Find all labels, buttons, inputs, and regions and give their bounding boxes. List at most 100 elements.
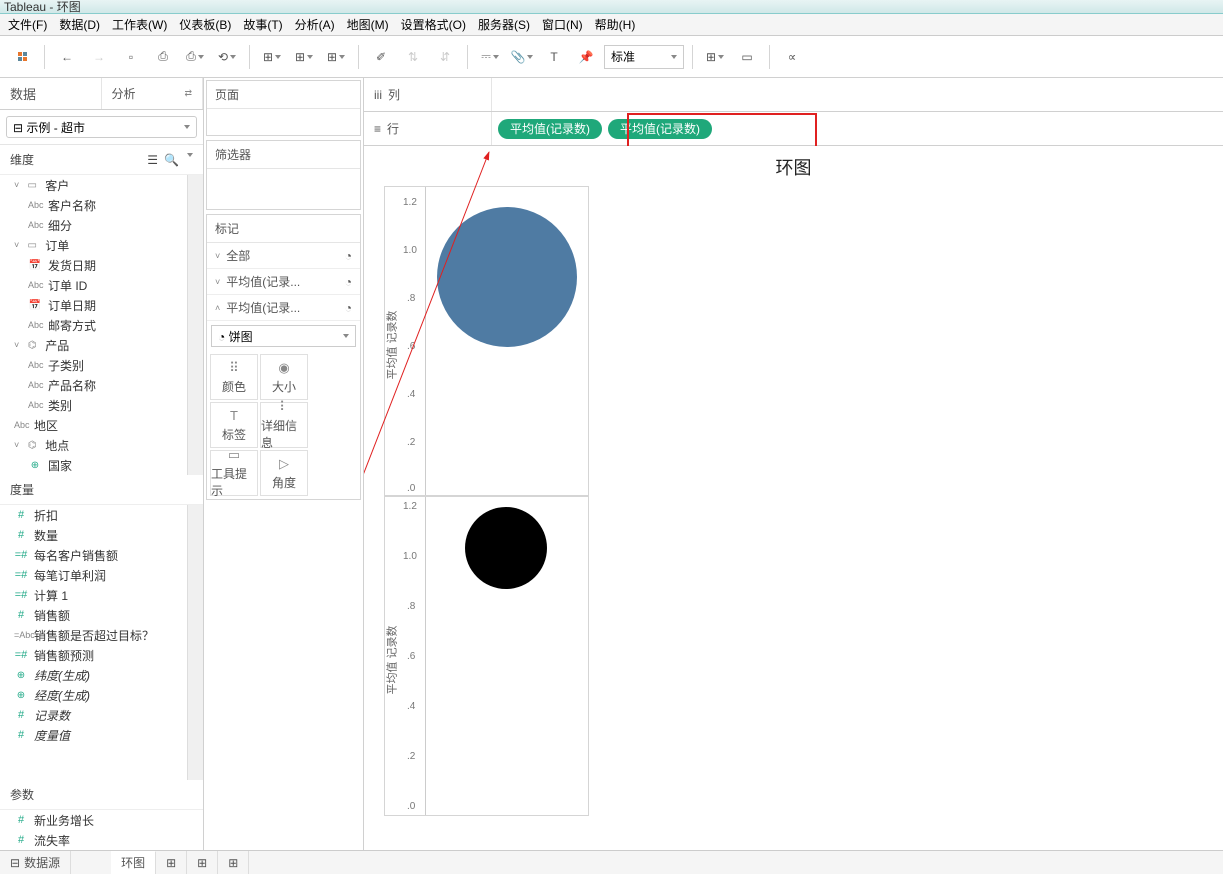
menu-help[interactable]: 帮助(H): [589, 14, 642, 35]
new-datasource-button[interactable]: ⎙: [149, 43, 177, 71]
new-dashboard-button[interactable]: ⊞: [187, 851, 218, 874]
menu-data[interactable]: 数据(D): [53, 14, 106, 35]
field-sales-per-customer[interactable]: =#每名客户销售额: [0, 545, 187, 565]
search-icon[interactable]: 🔍: [164, 153, 179, 167]
field-customer-name[interactable]: Abc客户名称: [0, 195, 187, 215]
folder-order[interactable]: ˅▭订单: [0, 235, 187, 255]
tab-sheet-donut[interactable]: 环图: [111, 851, 156, 874]
field-discount[interactable]: #折扣: [0, 505, 187, 525]
rows-shelf[interactable]: ≡行 平均值(记录数) 平均值(记录数): [364, 112, 1223, 146]
mark-angle[interactable]: ▷角度: [260, 450, 308, 496]
param-growth[interactable]: #新业务增长: [0, 810, 203, 830]
menu-file[interactable]: 文件(F): [2, 14, 53, 35]
menu-window[interactable]: 窗口(N): [536, 14, 589, 35]
mark-detail[interactable]: ⠇详细信息: [260, 402, 308, 448]
field-longitude[interactable]: ⊕经度(生成): [0, 685, 187, 705]
marks-avg1[interactable]: ˅平均值(记录...◔: [207, 269, 360, 295]
viz-title[interactable]: 环图: [364, 146, 1223, 184]
swap-button[interactable]: ⊞: [258, 43, 286, 71]
presentation-button[interactable]: ▭: [733, 43, 761, 71]
filters-card[interactable]: 筛选器: [207, 141, 360, 169]
field-quantity[interactable]: #数量: [0, 525, 187, 545]
pill-avg-records-1[interactable]: 平均值(记录数): [498, 119, 602, 139]
save-button[interactable]: ▫: [117, 43, 145, 71]
field-ship-mode[interactable]: Abc邮寄方式: [0, 315, 187, 335]
folder-location[interactable]: ˅⌬地点: [0, 435, 187, 455]
mark-tooltip[interactable]: ▭工具提示: [210, 450, 258, 496]
sheet-tabs: ⊟ 数据源 环图 ⊞ ⊞ ⊞: [0, 850, 1223, 874]
folder-customer[interactable]: ˅▭客户: [0, 175, 187, 195]
rows-icon: ≡: [374, 122, 381, 136]
pause-updates-button[interactable]: ⎙: [181, 43, 209, 71]
scrollbar-dimensions[interactable]: [187, 175, 203, 475]
datasource-selector[interactable]: ⊟ 示例 - 超市: [6, 116, 197, 138]
field-segment[interactable]: Abc细分: [0, 215, 187, 235]
share-button[interactable]: ∝: [778, 43, 806, 71]
menu-map[interactable]: 地图(M): [341, 14, 395, 35]
menu-analysis[interactable]: 分析(A): [289, 14, 341, 35]
new-story-button[interactable]: ⊞: [218, 851, 249, 874]
attach-button[interactable]: 📎: [508, 43, 536, 71]
tab-analytics[interactable]: 分析⇄: [102, 78, 204, 109]
pill-avg-records-2[interactable]: 平均值(记录数): [608, 119, 712, 139]
marks-all[interactable]: ˅全部◔: [207, 243, 360, 269]
tab-data[interactable]: 数据: [0, 78, 102, 109]
pie-mark-top[interactable]: [437, 207, 577, 347]
field-latitude[interactable]: ⊕纬度(生成): [0, 665, 187, 685]
app-title: Tableau - 环图: [4, 0, 81, 15]
sort-asc-button[interactable]: ⊞: [290, 43, 318, 71]
menu-format[interactable]: 设置格式(O): [395, 14, 472, 35]
chart-top: 平均值 记录数 1.2 1.0 .8 .6 .4 .2 .0: [384, 186, 589, 496]
field-order-date[interactable]: 📅订单日期: [0, 295, 187, 315]
field-country[interactable]: ⊕国家: [0, 455, 187, 475]
field-ship-date[interactable]: 📅发货日期: [0, 255, 187, 275]
tab-datasource[interactable]: ⊟ 数据源: [0, 851, 71, 874]
marks-avg2[interactable]: ˄平均值(记录...◔: [207, 295, 360, 321]
field-calc1[interactable]: =#计算 1: [0, 585, 187, 605]
scrollbar-measures[interactable]: [187, 505, 203, 780]
columns-shelf[interactable]: iii列: [364, 78, 1223, 112]
field-sales-over-target[interactable]: =Abc销售额是否超过目标？: [0, 625, 187, 645]
cards-pane: 页面 筛选器 标记 ˅全部◔ ˅平均值(记录...◔ ˄平均值(记录...◔ ◔…: [204, 78, 364, 850]
data-sidebar: 数据 分析⇄ ⊟ 示例 - 超市 维度 ☰🔍 ˅▭客户 Abc客户名称 Abc细…: [0, 78, 204, 850]
field-product-name[interactable]: Abc产品名称: [0, 375, 187, 395]
text-button[interactable]: T: [540, 43, 568, 71]
param-churn[interactable]: #流失率: [0, 830, 203, 850]
sort-d-button[interactable]: ⇵: [431, 43, 459, 71]
highlight-button[interactable]: ⎓: [476, 43, 504, 71]
pin-button[interactable]: 📌: [572, 43, 600, 71]
forward-button[interactable]: →: [85, 43, 113, 71]
menu-story[interactable]: 故事(T): [237, 14, 288, 35]
sort-a-button[interactable]: ⇅: [399, 43, 427, 71]
field-measure-values[interactable]: #度量值: [0, 725, 187, 745]
parameters-header: 参数: [0, 780, 203, 810]
pie-mark-bottom[interactable]: [465, 507, 547, 589]
new-worksheet-button[interactable]: ⊞: [156, 851, 187, 874]
field-category[interactable]: Abc类别: [0, 395, 187, 415]
mark-size[interactable]: ◉大小: [260, 354, 308, 400]
pages-card[interactable]: 页面: [207, 81, 360, 109]
fit-dropdown[interactable]: 标准: [604, 45, 684, 69]
folder-product[interactable]: ˅⌬产品: [0, 335, 187, 355]
back-button[interactable]: ←: [53, 43, 81, 71]
field-region[interactable]: Abc地区: [0, 415, 187, 435]
list-view-icon[interactable]: ☰: [147, 153, 158, 167]
mark-type-dropdown[interactable]: ◔ 饼图: [211, 325, 356, 347]
refresh-button[interactable]: ⟲: [213, 43, 241, 71]
field-order-id[interactable]: Abc订单 ID: [0, 275, 187, 295]
visualization-area[interactable]: 环图 平均值 记录数 1.2 1.0 .8 .6 .4 .2 .0 平均值 记录…: [364, 146, 1223, 850]
field-record-count[interactable]: #记录数: [0, 705, 187, 725]
menu-worksheet[interactable]: 工作表(W): [106, 14, 173, 35]
field-sales[interactable]: #销售额: [0, 605, 187, 625]
clear-button[interactable]: ✐: [367, 43, 395, 71]
field-sub-category[interactable]: Abc子类别: [0, 355, 187, 375]
show-cards-button[interactable]: ⊞: [701, 43, 729, 71]
field-profit-per-order[interactable]: =#每笔订单利润: [0, 565, 187, 585]
sort-desc-button[interactable]: ⊞: [322, 43, 350, 71]
menu-dashboard[interactable]: 仪表板(B): [173, 14, 237, 35]
mark-label[interactable]: T标签: [210, 402, 258, 448]
menu-server[interactable]: 服务器(S): [472, 14, 536, 35]
tableau-logo-icon[interactable]: [8, 43, 36, 71]
mark-color[interactable]: ⠿颜色: [210, 354, 258, 400]
field-sales-forecast[interactable]: =#销售额预测: [0, 645, 187, 665]
